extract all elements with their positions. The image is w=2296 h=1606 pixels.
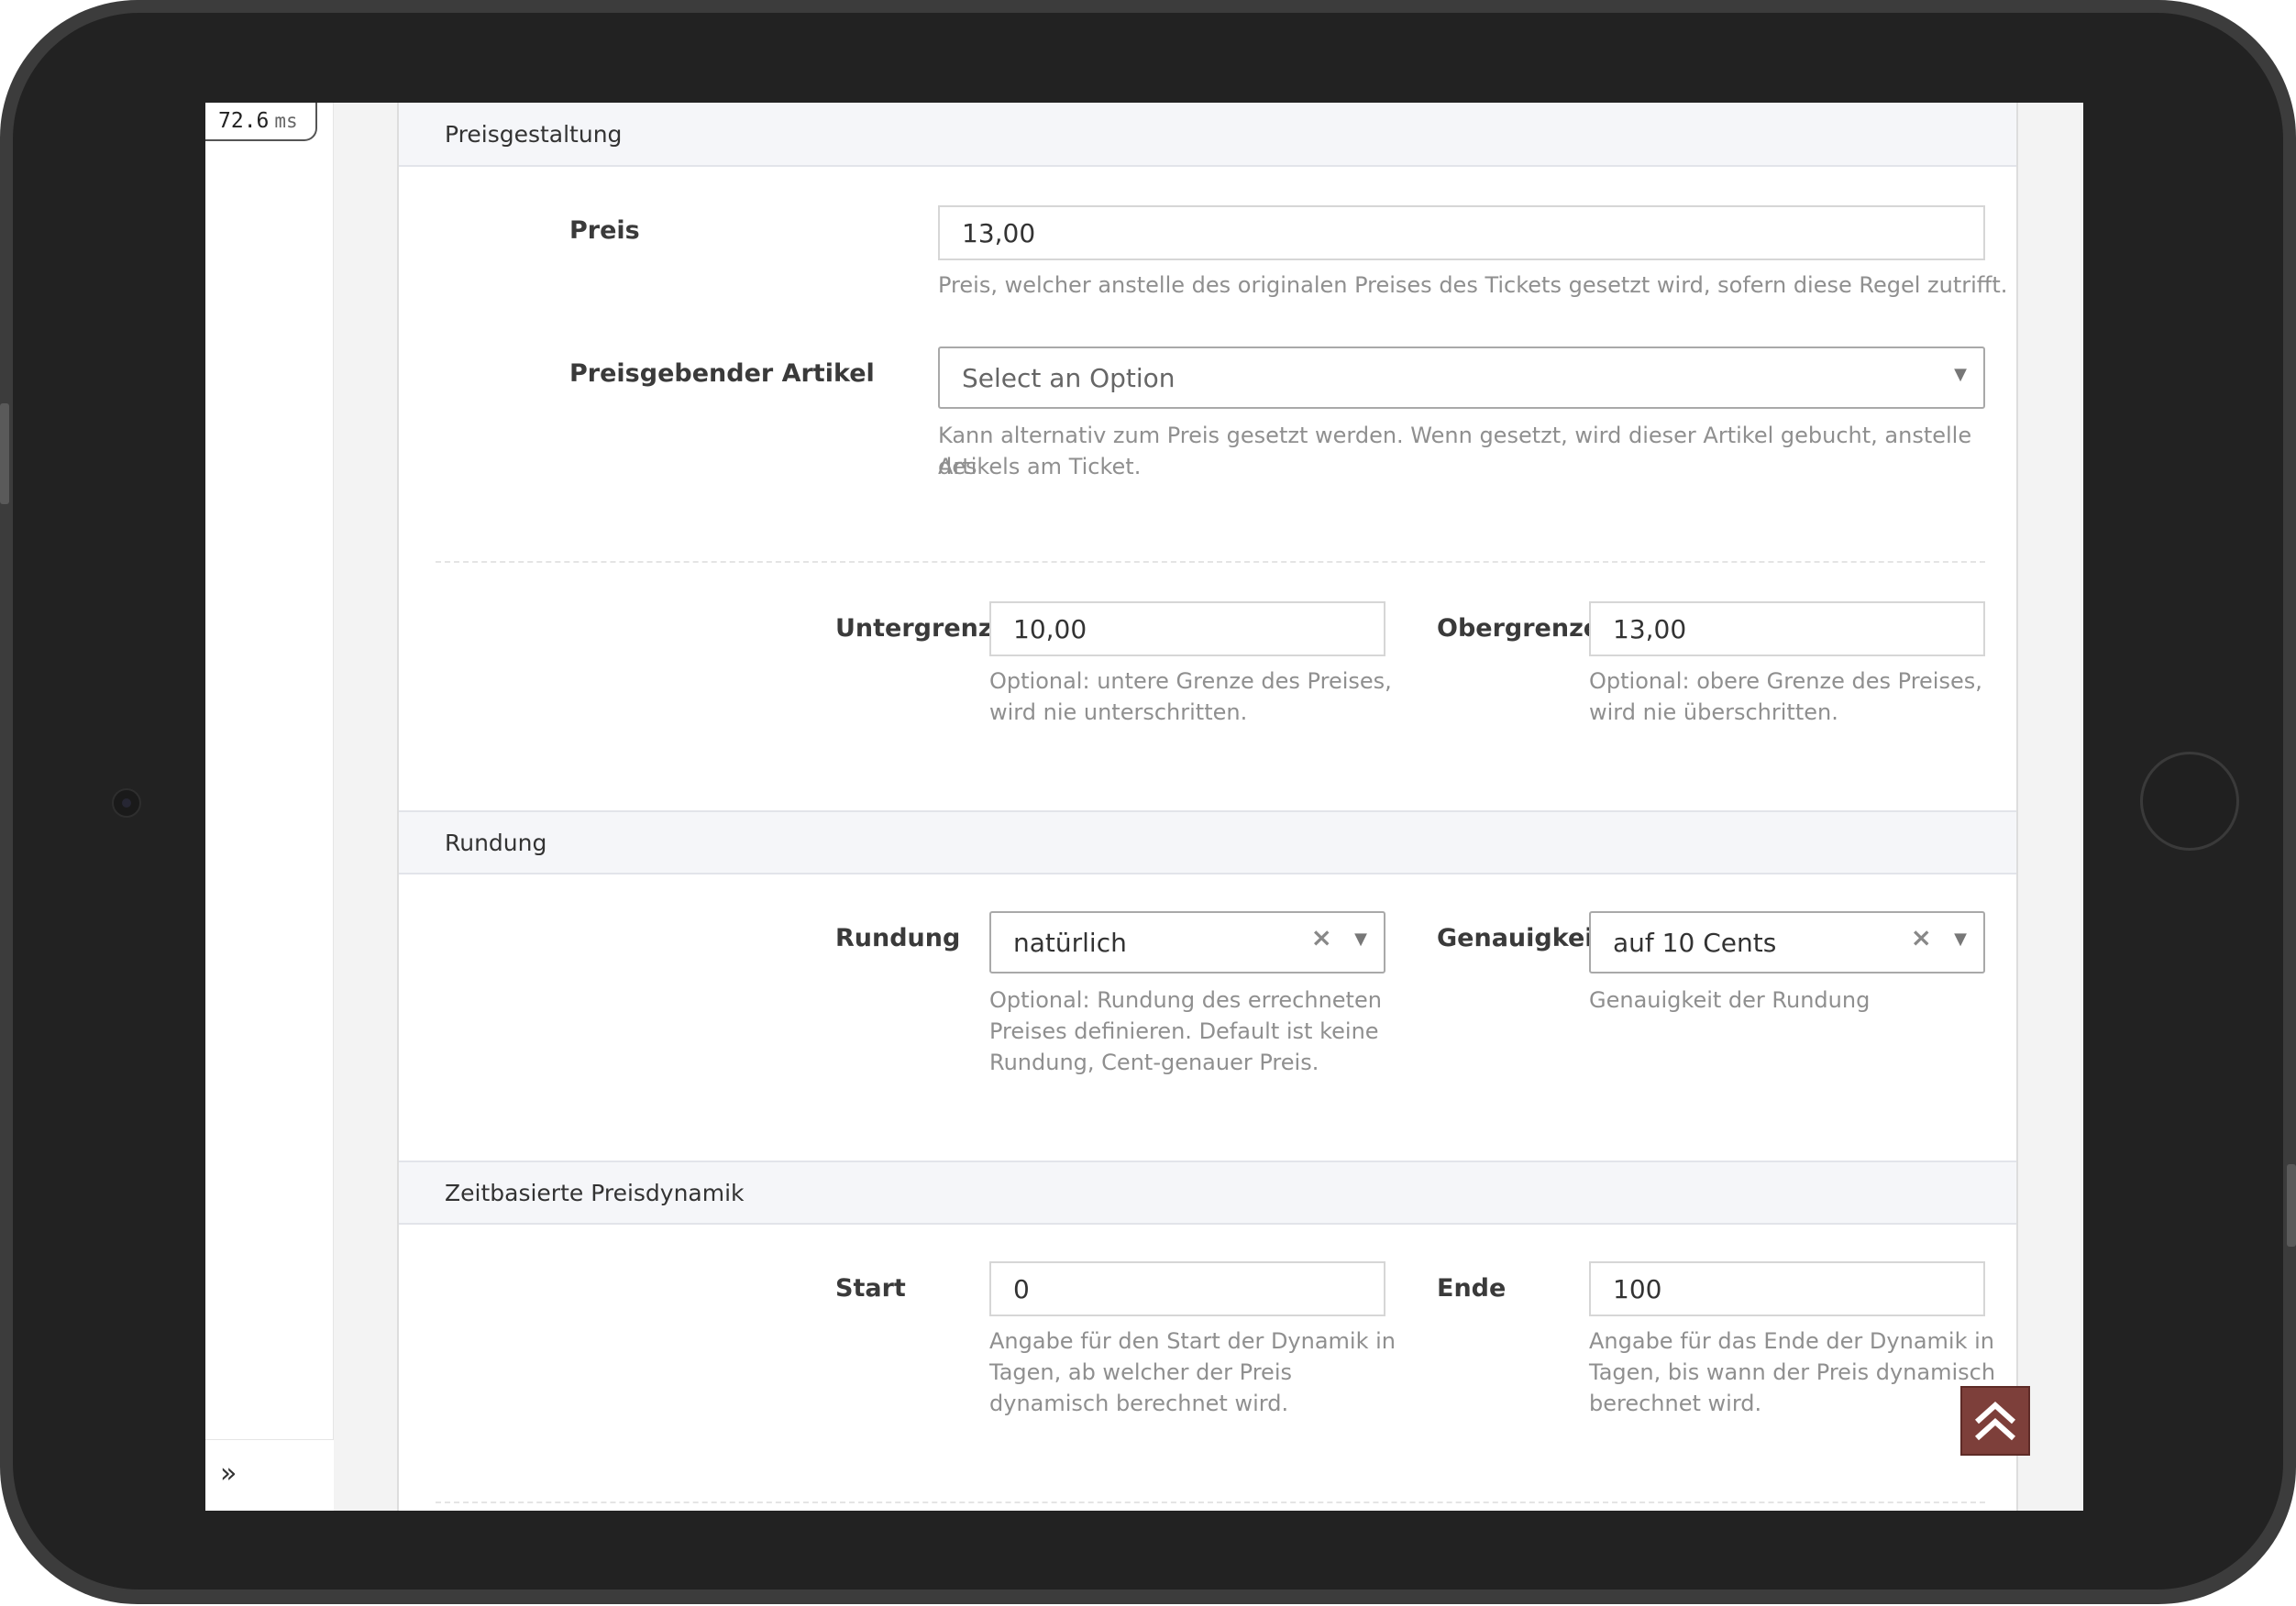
scroll-to-top-button[interactable] xyxy=(1960,1386,2030,1456)
end-help-2: Tagen, bis wann der Preis dynamisch xyxy=(1589,1359,1996,1385)
precision-value: auf 10 Cents xyxy=(1613,927,1777,958)
start-help-2: Tagen, ab welcher der Preis xyxy=(989,1359,1292,1385)
caret-down-icon[interactable]: ▼ xyxy=(1954,930,1967,949)
end-input[interactable]: 100 xyxy=(1589,1261,1985,1316)
divider xyxy=(436,561,1985,563)
rounding-help-2: Preises definieren. Default ist keine xyxy=(989,1018,1379,1044)
side-key xyxy=(2287,1164,2296,1247)
lower-limit-input[interactable]: 10,00 xyxy=(989,601,1385,656)
article-label: Preisgebender Artikel xyxy=(569,359,875,388)
article-help-line-2: Artikels am Ticket. xyxy=(938,454,1142,479)
rounding-label: Rundung xyxy=(835,924,961,952)
price-value: 13,00 xyxy=(962,217,1036,248)
price-help: Preis, welcher anstelle des originalen P… xyxy=(938,272,2008,298)
upper-limit-label: Obergrenze xyxy=(1437,614,1601,643)
divider xyxy=(436,1502,1985,1503)
article-select[interactable]: Select an Option ▼ xyxy=(938,346,1985,409)
section-title: Rundung xyxy=(445,829,547,856)
volume-key xyxy=(0,403,9,504)
double-chevron-right-icon[interactable]: » xyxy=(220,1460,237,1488)
upper-limit-input[interactable]: 13,00 xyxy=(1589,601,1985,656)
end-help-3: berechnet wird. xyxy=(1589,1391,1762,1416)
sidebar: 72.6 ms » xyxy=(205,103,334,1511)
precision-help: Genauigkeit der Rundung xyxy=(1589,987,1871,1013)
caret-down-icon[interactable]: ▼ xyxy=(1354,930,1367,949)
double-chevron-up-icon xyxy=(1974,1401,2016,1441)
clear-x-icon[interactable]: × xyxy=(1311,922,1332,952)
price-input[interactable]: 13,00 xyxy=(938,205,1985,260)
section-title: Zeitbasierte Preisdynamik xyxy=(445,1179,745,1206)
start-input[interactable]: 0 xyxy=(989,1261,1385,1316)
start-value: 0 xyxy=(1013,1273,1030,1304)
timer-value: 72.6 xyxy=(218,109,270,133)
upper-limit-value: 13,00 xyxy=(1613,613,1687,644)
caret-down-icon[interactable]: ▼ xyxy=(1954,365,1967,384)
lower-limit-help-1: Optional: untere Grenze des Preises, xyxy=(989,668,1392,694)
end-label: Ende xyxy=(1437,1274,1507,1303)
timer-unit: ms xyxy=(274,110,298,132)
clear-x-icon[interactable]: × xyxy=(1911,922,1932,952)
rounding-select[interactable]: natürlich × ▼ xyxy=(989,911,1385,974)
price-label: Preis xyxy=(569,216,640,245)
upper-limit-help-1: Optional: obere Grenze des Preises, xyxy=(1589,668,1982,694)
start-help-1: Angabe für den Start der Dynamik in xyxy=(989,1328,1396,1354)
tablet-frame: 72.6 ms » Preisgestaltung Preis 13,00 Pr… xyxy=(0,0,2296,1606)
home-button[interactable] xyxy=(2140,752,2239,851)
precision-select[interactable]: auf 10 Cents × ▼ xyxy=(1589,911,1985,974)
article-placeholder: Select an Option xyxy=(962,362,1176,393)
sidebar-footer: » xyxy=(205,1439,334,1511)
lower-limit-value: 10,00 xyxy=(1013,613,1087,644)
render-timer: 72.6 ms xyxy=(205,103,317,141)
lower-limit-label: Untergrenze xyxy=(835,614,1010,643)
section-header-rounding: Rundung xyxy=(399,810,2016,874)
end-value: 100 xyxy=(1613,1273,1662,1304)
section-header-pricing: Preisgestaltung xyxy=(399,103,2016,167)
precision-label: Genauigkeit xyxy=(1437,924,1606,952)
rounding-value: natürlich xyxy=(1013,927,1127,958)
start-label: Start xyxy=(835,1274,906,1303)
screen: 72.6 ms » Preisgestaltung Preis 13,00 Pr… xyxy=(205,103,2083,1511)
section-title: Preisgestaltung xyxy=(445,120,623,148)
end-help-1: Angabe für das Ende der Dynamik in xyxy=(1589,1328,1994,1354)
lower-limit-help-2: wird nie unterschritten. xyxy=(989,699,1248,725)
start-help-3: dynamisch berechnet wird. xyxy=(989,1391,1289,1416)
camera-icon xyxy=(112,788,141,818)
rounding-help-1: Optional: Rundung des errechneten xyxy=(989,987,1382,1013)
form-panel: Preisgestaltung Preis 13,00 Preis, welch… xyxy=(397,103,2018,1511)
section-header-dynamics: Zeitbasierte Preisdynamik xyxy=(399,1160,2016,1225)
rounding-help-3: Rundung, Cent-genauer Preis. xyxy=(989,1050,1319,1075)
upper-limit-help-2: wird nie überschritten. xyxy=(1589,699,1838,725)
